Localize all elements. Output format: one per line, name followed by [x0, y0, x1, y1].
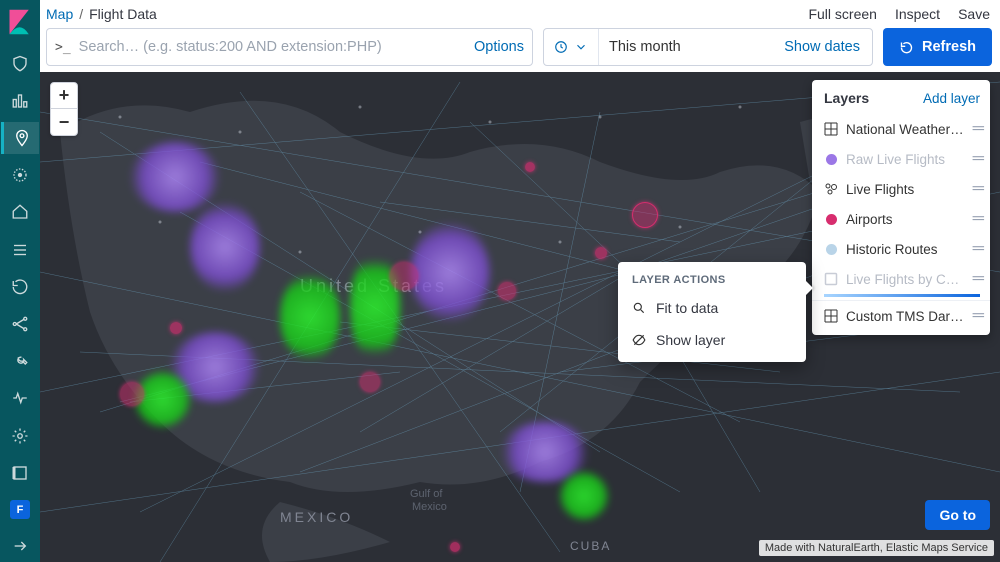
- inspect-button[interactable]: Inspect: [895, 6, 940, 22]
- layer-row-live-flights-by-country[interactable]: Live Flights by Country ═: [812, 264, 990, 294]
- layer-actions-popover: LAYER ACTIONS Fit to data Show layer: [618, 262, 806, 362]
- breadcrumb: Map / Flight Data: [46, 6, 157, 22]
- sidebar-badge[interactable]: F: [10, 500, 30, 518]
- drag-handle-icon[interactable]: ═: [973, 307, 982, 325]
- grid-icon: [824, 122, 838, 136]
- nav-item-gear[interactable]: [1, 420, 39, 451]
- time-range[interactable]: This month: [599, 39, 772, 55]
- fullscreen-button[interactable]: Full screen: [808, 6, 876, 22]
- drag-handle-icon[interactable]: ═: [973, 240, 982, 258]
- drag-handle-icon[interactable]: ═: [973, 210, 982, 228]
- grid-icon: [824, 309, 838, 323]
- drag-handle-icon[interactable]: ═: [973, 270, 982, 288]
- prompt-icon: >_: [55, 40, 71, 55]
- drag-handle-icon[interactable]: ═: [973, 180, 982, 198]
- nav-item-maps[interactable]: [1, 122, 39, 153]
- map[interactable]: United States MEXICO Gulf of Mexico CUBA: [40, 72, 1000, 562]
- sidebar-collapse[interactable]: [1, 531, 39, 562]
- show-dates-button[interactable]: Show dates: [772, 39, 872, 55]
- layer-row-airports[interactable]: Airports ═: [812, 204, 990, 234]
- airport-marker[interactable]: [120, 382, 144, 406]
- layer-row-live-flights[interactable]: Live Flights ═: [812, 174, 990, 204]
- airport-marker[interactable]: [450, 542, 460, 552]
- breadcrumb-current: Flight Data: [89, 6, 157, 22]
- airport-marker[interactable]: [632, 202, 658, 228]
- search-input[interactable]: [79, 39, 474, 55]
- layer-gradient: [824, 294, 980, 297]
- airport-marker[interactable]: [170, 322, 182, 334]
- nav-item-panel[interactable]: [1, 457, 39, 488]
- search-options-button[interactable]: Options: [474, 39, 524, 55]
- map-attribution: Made with NaturalEarth, Elastic Maps Ser…: [759, 540, 994, 556]
- search-bar[interactable]: >_ Options: [46, 28, 533, 66]
- top-actions: Full screen Inspect Save: [808, 6, 990, 22]
- layer-row-raw-live-flights[interactable]: Raw Live Flights ═: [812, 144, 990, 174]
- popover-title: LAYER ACTIONS: [618, 270, 806, 292]
- airport-marker[interactable]: [595, 247, 607, 259]
- svg-text:Gulf of: Gulf of: [410, 488, 443, 500]
- layer-row-national-weather-service[interactable]: National Weather Service ═: [812, 114, 990, 144]
- time-picker[interactable]: This month Show dates: [543, 28, 873, 66]
- square-outline-icon: [824, 272, 838, 286]
- drag-handle-icon[interactable]: ═: [973, 150, 982, 168]
- svg-text:Mexico: Mexico: [412, 501, 447, 513]
- layers-title: Layers: [824, 90, 869, 106]
- dot-icon: [824, 212, 838, 226]
- radar-blob: [280, 272, 340, 362]
- sidebar: F: [0, 0, 40, 562]
- drag-handle-icon[interactable]: ═: [973, 120, 982, 138]
- main: Map / Flight Data Full screen Inspect Sa…: [40, 0, 1000, 562]
- time-quick-button[interactable]: [544, 29, 599, 65]
- show-layer-action[interactable]: Show layer: [618, 324, 806, 356]
- nav-item-home[interactable]: [1, 197, 39, 228]
- nav-item-refresh[interactable]: [1, 271, 39, 302]
- breadcrumb-root[interactable]: Map: [46, 6, 73, 22]
- kibana-logo[interactable]: [6, 8, 34, 36]
- nav-item-dashboard[interactable]: [1, 85, 39, 116]
- nav-item-network[interactable]: [1, 308, 39, 339]
- refresh-button[interactable]: Refresh: [883, 28, 992, 66]
- add-layer-button[interactable]: Add layer: [923, 91, 980, 106]
- radar-blob: [190, 202, 260, 292]
- nav-item-shield[interactable]: [1, 48, 39, 79]
- zoom-control: + −: [50, 82, 78, 136]
- nav-item-crosshair[interactable]: [1, 160, 39, 191]
- dot-icon: [824, 242, 838, 256]
- airport-marker[interactable]: [498, 282, 516, 300]
- radar-blob: [135, 372, 190, 427]
- svg-text:MEXICO: MEXICO: [280, 509, 353, 525]
- layer-row-historic-routes[interactable]: Historic Routes ═: [812, 234, 990, 264]
- nav-item-list[interactable]: [1, 234, 39, 265]
- layer-row-custom-tms-dark-mode[interactable]: Custom TMS Dark Mode ═: [812, 300, 990, 331]
- radar-blob: [130, 142, 220, 212]
- fit-to-data-action[interactable]: Fit to data: [618, 292, 806, 324]
- nav-item-activity[interactable]: [1, 383, 39, 414]
- cluster-icon: [824, 182, 838, 196]
- airport-marker[interactable]: [525, 162, 535, 172]
- zoom-out-button[interactable]: −: [51, 109, 77, 135]
- radar-blob: [410, 222, 490, 322]
- layers-panel: Layers Add layer National Weather Servic…: [812, 80, 990, 335]
- airport-marker[interactable]: [390, 262, 418, 290]
- radar-blob: [560, 472, 608, 520]
- nav-item-wrench[interactable]: [1, 346, 39, 377]
- airport-marker[interactable]: [360, 372, 380, 392]
- save-button[interactable]: Save: [958, 6, 990, 22]
- goto-button[interactable]: Go to: [925, 500, 990, 530]
- svg-text:CUBA: CUBA: [570, 539, 611, 553]
- zoom-in-button[interactable]: +: [51, 83, 77, 109]
- dot-icon: [824, 152, 838, 166]
